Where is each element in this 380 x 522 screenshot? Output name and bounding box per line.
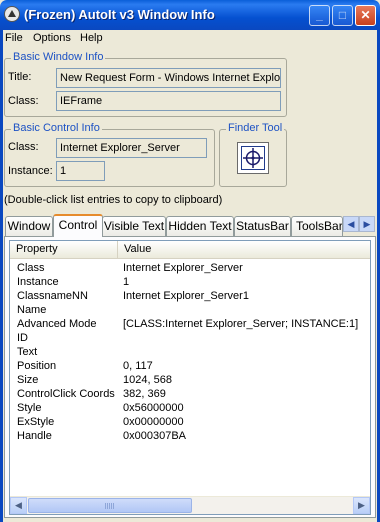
menu-bar: File Options Help (3, 30, 377, 47)
table-row[interactable]: Class Internet Explorer_Server (10, 261, 370, 275)
property-name: ClassnameNN (17, 290, 88, 302)
tab-visible-text[interactable]: Visible Text (102, 216, 166, 236)
property-value: Internet Explorer_Server (123, 262, 243, 274)
property-value: 0x56000000 (123, 402, 184, 414)
basic-control-info-title: Basic Control Info (11, 122, 102, 134)
column-header-property[interactable]: Property (10, 241, 118, 258)
tab-strip: Window Control Visible Text Hidden Text … (3, 214, 377, 237)
scroll-right-icon[interactable]: ▶ (353, 497, 370, 514)
scroll-left-icon[interactable]: ◀ (10, 497, 27, 514)
table-row[interactable]: Text (10, 345, 370, 359)
tab-toolsbar[interactable]: ToolsBar (291, 216, 343, 236)
menu-file[interactable]: File (5, 32, 23, 44)
property-name: Instance (17, 276, 59, 288)
table-row[interactable]: ControlClick Coords 382, 369 (10, 387, 370, 401)
property-value: 0x000307BA (123, 430, 186, 442)
list-rows: Class Internet Explorer_Server Instance 1 Cl… (10, 261, 370, 443)
table-row[interactable]: Position 0, 117 (10, 359, 370, 373)
table-row[interactable]: Style 0x56000000 (10, 401, 370, 415)
property-value: [CLASS:Internet Explorer_Server; INSTANC… (123, 318, 359, 330)
property-name: Handle (17, 430, 52, 442)
property-value: 0, 117 (123, 360, 153, 372)
window-class-label: Class: (8, 95, 39, 107)
window-title-label: Title: (8, 71, 32, 83)
property-name: Class (17, 262, 45, 274)
property-name: Text (17, 346, 38, 358)
tab-control[interactable]: Control (53, 214, 103, 237)
minimize-button[interactable]: _ (309, 5, 330, 26)
window-title: (Frozen) AutoIt v3 Window Info (24, 7, 215, 22)
property-name: Size (17, 374, 39, 386)
window-frame-left (0, 30, 3, 522)
property-name: Name (17, 304, 47, 316)
tab-window[interactable]: Window (5, 216, 53, 236)
tab-statusbar[interactable]: StatusBar (234, 216, 291, 236)
tab-hidden-text[interactable]: Hidden Text (166, 216, 234, 236)
column-header-value[interactable]: Value (118, 241, 370, 258)
copy-hint-text: (Double-click list entries to copy to cl… (4, 194, 223, 206)
control-instance-field[interactable]: 1 (56, 161, 105, 181)
property-value: 382, 369 (123, 388, 166, 400)
table-row[interactable]: ID (10, 331, 370, 345)
property-value: 0x00000000 (123, 416, 184, 428)
close-button[interactable]: ✕ (355, 5, 376, 26)
property-name: ExStyle (17, 416, 55, 428)
property-list[interactable]: Property Value Class Internet Explorer_Se… (9, 240, 371, 515)
crosshair-icon (241, 146, 265, 170)
property-name: Style (17, 402, 42, 414)
basic-window-info-title: Basic Window Info (11, 51, 106, 63)
control-class-label: Class: (8, 141, 39, 153)
scroll-thumb[interactable] (28, 498, 192, 513)
property-name: ID (17, 332, 28, 344)
list-header: Property Value (10, 241, 370, 259)
table-row[interactable]: Handle 0x000307BA (10, 429, 370, 443)
tab-scroll-right-icon[interactable]: ▶ (359, 216, 375, 232)
horizontal-scrollbar[interactable]: ◀ ▶ (10, 496, 370, 514)
table-row[interactable]: Instance 1 (10, 275, 370, 289)
maximize-button[interactable]: □ (332, 5, 353, 26)
autoit-app-icon[interactable] (4, 6, 20, 22)
finder-tool-title: Finder Tool (226, 122, 285, 134)
property-name: Advanced Mode (17, 318, 97, 330)
table-row[interactable]: Advanced Mode [CLASS:Internet Explorer_Se… (10, 317, 370, 331)
property-value: 1 (123, 276, 130, 288)
table-row[interactable]: ExStyle 0x00000000 (10, 415, 370, 429)
finder-tool-target[interactable] (237, 142, 269, 174)
menu-help[interactable]: Help (80, 32, 103, 44)
title-bar[interactable]: (Frozen) AutoIt v3 Window Info _ □ ✕ (0, 0, 380, 30)
property-name: Position (17, 360, 57, 372)
table-row[interactable]: Size 1024, 568 (10, 373, 370, 387)
window-class-field[interactable]: IEFrame (56, 91, 281, 111)
window-title-field[interactable]: New Request Form - Windows Internet Expl… (56, 68, 281, 88)
table-row[interactable]: Name (10, 303, 370, 317)
control-tab-panel: Property Value Class Internet Explorer_Se… (4, 236, 376, 518)
control-instance-label: Instance: (8, 165, 53, 177)
property-name: ControlClick Coords (17, 388, 115, 400)
property-value: 1024, 568 (123, 374, 172, 386)
menu-options[interactable]: Options (33, 32, 71, 44)
tab-scroll-left-icon[interactable]: ◀ (343, 216, 359, 232)
control-class-field[interactable]: Internet Explorer_Server (56, 138, 207, 158)
table-row[interactable]: ClassnameNN Internet Explorer_Server1 (10, 289, 370, 303)
property-value: Internet Explorer_Server1 (123, 290, 249, 302)
